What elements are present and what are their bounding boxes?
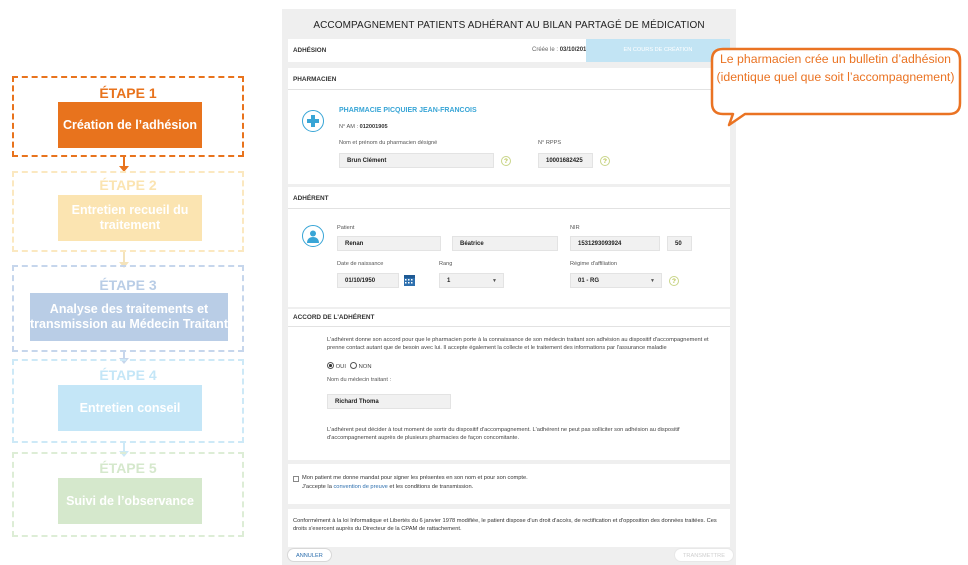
birth-date-input[interactable]: 01/10/1950	[337, 273, 399, 288]
pharmacien-section: PHARMACIEN PHARMACIE PICQUIER JEAN-FRANC…	[288, 68, 730, 184]
consent-non-radio[interactable]: NON	[350, 362, 372, 370]
step-3-box[interactable]: Analyse des traitements et transmission …	[30, 293, 228, 341]
am-value: 012001905	[359, 124, 388, 130]
regime-help-icon[interactable]: ?	[669, 276, 679, 286]
step-4-box[interactable]: Entretien conseil	[58, 385, 202, 431]
rpps-input[interactable]: 10001682425	[538, 153, 593, 168]
step-5-title: ÉTAPE 5	[99, 460, 157, 476]
step-1: ÉTAPE 1 Création de l’adhésion	[12, 76, 244, 157]
doctor-input[interactable]: Richard Thoma	[327, 394, 451, 409]
created-label: Créée le :	[532, 47, 560, 53]
user-icon	[302, 225, 324, 247]
step-5-box[interactable]: Suivi de l’observance	[58, 478, 202, 524]
step-3-title: ÉTAPE 3	[99, 277, 157, 293]
accord-text-2: L'adhérent peut décider à tout moment de…	[327, 427, 680, 441]
patient-last-name-input[interactable]: Renan	[337, 236, 441, 251]
pharmacy-cross-icon	[302, 110, 324, 132]
rpps-label: N° RPPS	[538, 140, 562, 146]
step-2-box[interactable]: Entretien recueil du traitement	[58, 195, 202, 241]
regime-value: 01 - RG	[578, 278, 600, 284]
mandat-line-2: J'accepte la convention de preuve et les…	[302, 484, 473, 492]
radio-unselected-icon	[350, 362, 357, 369]
calendar-icon[interactable]	[404, 275, 415, 286]
arrow-1-2	[119, 157, 129, 172]
mandat-line-2-before: J'accepte la	[302, 484, 334, 490]
mandat-line-1: Mon patient me donne mandat pour signer …	[302, 475, 528, 481]
patient-first-name-input[interactable]: Béatrice	[452, 236, 558, 251]
step-4: ÉTAPE 4 Entretien conseil	[12, 359, 244, 443]
non-label: NON	[358, 364, 372, 370]
step-5: ÉTAPE 5 Suivi de l’observance	[12, 452, 244, 537]
birth-date-label: Date de naissance	[337, 261, 384, 267]
am-label: N° AM :	[339, 124, 360, 130]
arrow-2-3	[119, 252, 129, 268]
step-2-title: ÉTAPE 2	[99, 177, 157, 193]
adhesion-tab-row: ADHÉSION Créée le : 03/10/2018 EN COURS …	[288, 39, 730, 62]
arrow-3-4	[119, 352, 129, 364]
designated-pharmacist-input[interactable]: Brun Clément	[339, 153, 494, 168]
mandat-checkbox[interactable]	[293, 476, 299, 482]
consent-oui-radio[interactable]: OUI	[327, 362, 346, 370]
doctor-label: Nom du médecin traitant :	[327, 377, 392, 383]
mandat-line-2-after: et les conditions de transmission.	[387, 484, 474, 490]
step-3: ÉTAPE 3 Analyse des traitements et trans…	[12, 265, 244, 352]
nir-label: NIR	[570, 225, 580, 231]
adhesion-form: ACCOMPAGNEMENT PATIENTS ADHÉRANT AU BILA…	[282, 9, 736, 565]
convention-link[interactable]: convention de preuve	[333, 484, 387, 490]
legal-text: Conformément à la loi Informatique et Li…	[293, 518, 717, 532]
rang-select[interactable]: 1 ▼	[439, 273, 504, 288]
rang-value: 1	[447, 278, 451, 284]
cancel-button[interactable]: ANNULER	[287, 548, 332, 562]
step-2: ÉTAPE 2 Entretien recueil du traitement	[12, 171, 244, 252]
regime-label: Régime d'affiliation	[570, 261, 617, 267]
tab-adhesion[interactable]: ADHÉSION	[293, 47, 326, 54]
step-1-box[interactable]: Création de l’adhésion	[58, 102, 202, 148]
arrow-4-5	[119, 443, 129, 457]
form-title: ACCOMPAGNEMENT PATIENTS ADHÉRANT AU BILA…	[313, 20, 705, 31]
step-4-title: ÉTAPE 4	[99, 367, 157, 383]
step-1-title: ÉTAPE 1	[99, 85, 157, 101]
accord-section: ACCORD DE L'ADHÉRENT L'adhérent donne so…	[288, 309, 730, 460]
accord-header: ACCORD DE L'ADHÉRENT	[288, 309, 730, 327]
regime-select[interactable]: 01 - RG ▼	[570, 273, 662, 288]
designated-help-icon[interactable]: ?	[501, 156, 511, 166]
regime-caret-icon: ▼	[650, 278, 655, 284]
pharmacy-name: PHARMACIE PICQUIER JEAN-FRANCOIS	[339, 107, 477, 114]
rang-label: Rang	[439, 261, 453, 267]
patient-label: Patient	[337, 225, 355, 231]
radio-selected-icon	[327, 362, 334, 369]
am-number: N° AM : 012001905	[339, 124, 388, 130]
pharmacien-header: PHARMACIEN	[288, 68, 730, 90]
adherent-header: ADHÉRENT	[288, 187, 730, 209]
oui-label: OUI	[335, 364, 346, 370]
nir-key-input[interactable]: 50	[667, 236, 692, 251]
adherent-section: ADHÉRENT Patient Renan Béatrice NIR 1531…	[288, 187, 730, 307]
callout-text: Le pharmacien crée un bulletin d’adhésio…	[716, 52, 955, 84]
rang-caret-icon: ▼	[492, 278, 497, 284]
mandat-section: Mon patient me donne mandat pour signer …	[288, 464, 730, 504]
screen: ÉTAPE 1 Création de l’adhésion ÉTAPE 2 E…	[0, 0, 968, 565]
rpps-help-icon[interactable]: ?	[600, 156, 610, 166]
transmit-button[interactable]: TRANSMETTRE	[674, 548, 734, 562]
nir-input[interactable]: 1531293093924	[570, 236, 660, 251]
legal-section: Conformément à la loi Informatique et Li…	[288, 509, 730, 547]
designated-label: Nom et prénom du pharmacien désigné	[339, 140, 438, 146]
created-date: Créée le : 03/10/2018	[532, 47, 590, 53]
accord-text-1: L'adhérent donne son accord pour que le …	[327, 337, 709, 351]
